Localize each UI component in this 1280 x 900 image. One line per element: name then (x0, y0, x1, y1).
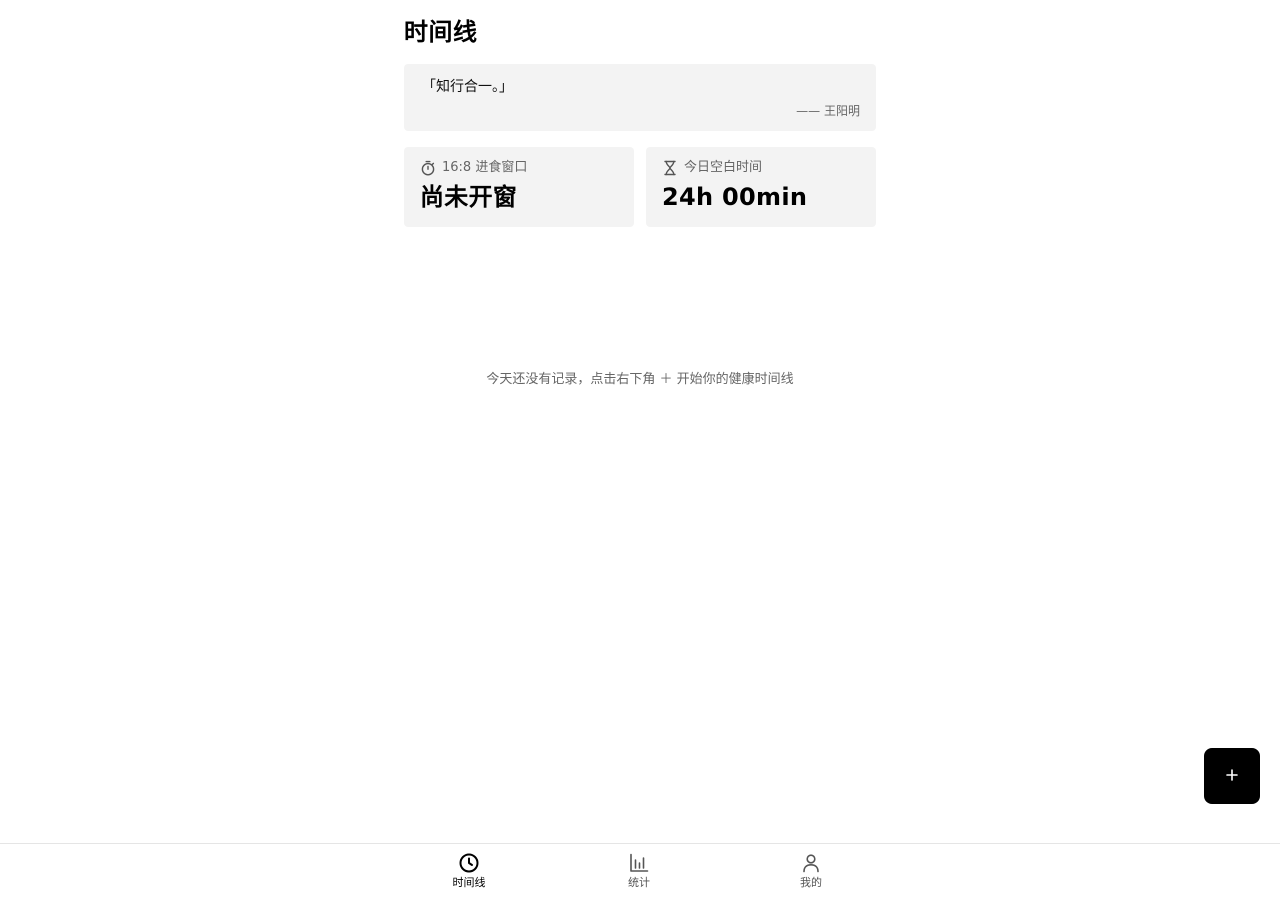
fasting-window-label-row: 16:8 进食窗口 (420, 159, 527, 177)
blank-time-card[interactable]: 今日空白时间 24h 00min (646, 147, 876, 227)
clock-icon (458, 852, 480, 874)
stopwatch-icon (420, 160, 436, 176)
blank-time-label: 今日空白时间 (684, 160, 763, 175)
quote-author: —— 王阳明 (796, 104, 860, 118)
nav-item-profile[interactable]: 我的 (771, 852, 851, 894)
page-title: 时间线 (404, 18, 478, 46)
fasting-window-value: 尚未开窗 (420, 183, 518, 211)
blank-time-value: 24h 00min (662, 183, 808, 211)
user-icon (800, 852, 822, 874)
fasting-window-label: 16:8 进食窗口 (442, 160, 528, 175)
nav-label-timeline: 时间线 (452, 876, 486, 889)
bottom-nav: 时间线 统计 我的 (0, 843, 1280, 900)
quote-text: 「知行合一。」 (422, 79, 513, 95)
nav-label-stats: 统计 (628, 876, 650, 889)
nav-label-profile: 我的 (800, 876, 822, 889)
hourglass-icon (662, 160, 678, 176)
app-page: 时间线 「知行合一。」 —— 王阳明 16:8 进食窗口 尚未开窗 今日空白时间… (0, 0, 1280, 900)
nav-item-timeline[interactable]: 时间线 (429, 852, 509, 894)
bar-chart-icon (628, 852, 650, 874)
quote-card: 「知行合一。」 —— 王阳明 (404, 64, 876, 131)
add-record-button[interactable] (1204, 748, 1260, 804)
fasting-window-card[interactable]: 16:8 进食窗口 尚未开窗 (404, 147, 634, 227)
empty-state-message: 今天还没有记录，点击右下角 ＋ 开始你的健康时间线 (486, 372, 794, 387)
nav-item-stats[interactable]: 统计 (599, 852, 679, 894)
blank-time-label-row: 今日空白时间 (662, 159, 762, 177)
plus-icon (1225, 767, 1239, 786)
